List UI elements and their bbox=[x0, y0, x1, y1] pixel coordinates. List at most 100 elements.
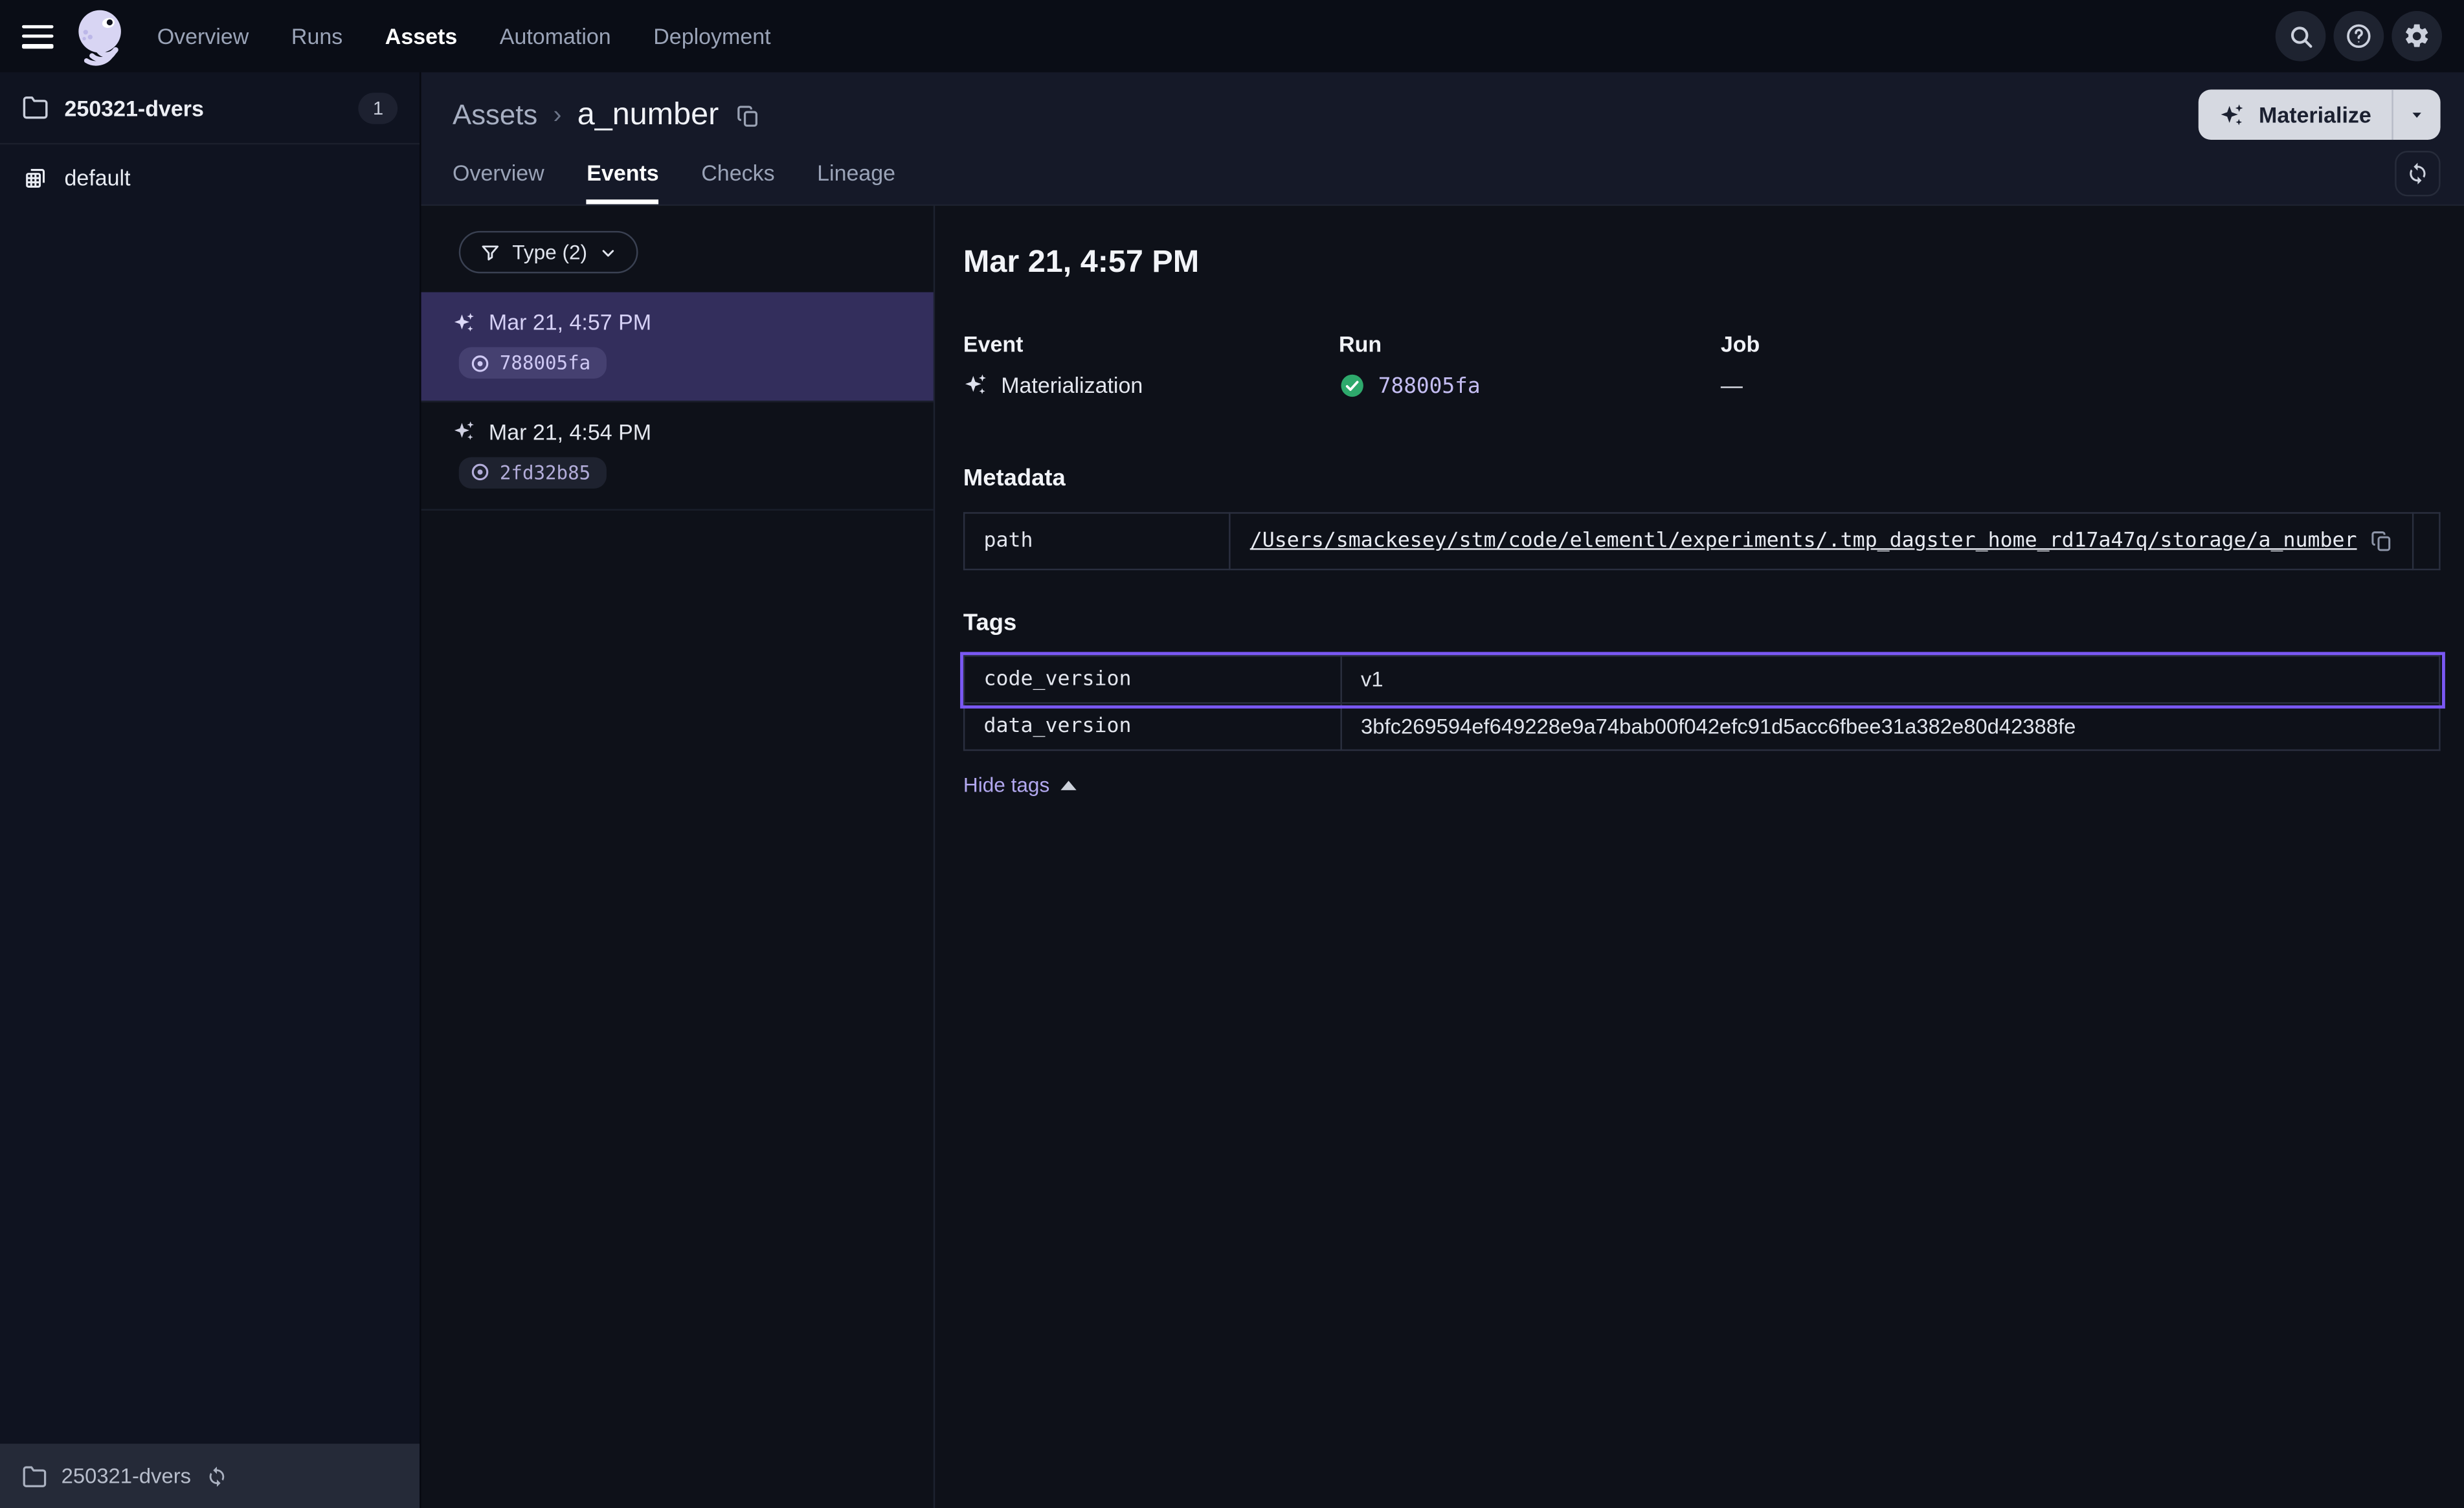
reload-icon[interactable] bbox=[205, 1465, 227, 1487]
main-panel: Assets › a_number bbox=[421, 72, 2464, 1508]
run-id-label: 2fd32b85 bbox=[500, 461, 590, 483]
tag-value: v1 bbox=[1341, 656, 2440, 703]
search-icon bbox=[2287, 23, 2314, 49]
tag-row-highlighted: code_version v1 bbox=[964, 656, 2439, 703]
sidebar-group-row[interactable]: 250321-dvers 1 bbox=[0, 72, 420, 145]
page-title: a_number bbox=[577, 97, 719, 133]
materialize-button-label: Materialize bbox=[2259, 102, 2371, 128]
events-list-pane: Type (2) bbox=[421, 206, 935, 1508]
filter-funnel-icon bbox=[479, 241, 501, 263]
nav-item-runs[interactable]: Runs bbox=[291, 23, 342, 49]
tags-table: code_version v1 data_version 3bfc269594e… bbox=[963, 655, 2441, 751]
asset-tabs: Overview Events Checks Lineage bbox=[453, 161, 2441, 205]
breadcrumb-assets-link[interactable]: Assets bbox=[453, 99, 537, 132]
event-list-item[interactable]: Mar 21, 4:54 PM 2fd32b85 bbox=[421, 401, 934, 511]
field-event-value: Materialization bbox=[1001, 372, 1143, 397]
chevron-down-icon bbox=[598, 243, 617, 261]
materialize-split-button: Materialize bbox=[2199, 89, 2441, 140]
dagster-app: Overview Runs Assets Automation Deployme… bbox=[0, 0, 2464, 1508]
metadata-table: path /Users/smackesey/stm/code/elementl/… bbox=[963, 512, 2441, 570]
dagster-logo-icon[interactable] bbox=[69, 5, 132, 67]
materialization-sparkle-icon bbox=[453, 310, 476, 333]
help-icon bbox=[2345, 22, 2373, 50]
event-detail-pane: Mar 21, 4:57 PM Event Materialization bbox=[935, 206, 2464, 1508]
copy-asset-name-button[interactable] bbox=[736, 103, 761, 128]
materialize-dropdown-button[interactable] bbox=[2393, 89, 2441, 140]
field-event-label: Event bbox=[963, 331, 1339, 357]
success-check-icon bbox=[1339, 372, 1365, 399]
sidebar-group-label: 250321-dvers bbox=[65, 95, 204, 120]
materialization-sparkle-icon bbox=[963, 372, 989, 397]
asset-group-icon bbox=[22, 164, 49, 191]
breadcrumb: Assets › a_number bbox=[453, 97, 2441, 133]
sidebar-item-default[interactable]: default bbox=[0, 144, 420, 210]
field-run-label: Run bbox=[1339, 331, 1721, 357]
tags-heading: Tags bbox=[963, 610, 2441, 636]
event-timestamp: Mar 21, 4:57 PM bbox=[489, 309, 651, 335]
run-id-link[interactable]: 788005fa bbox=[1378, 373, 1481, 398]
field-job: Job — bbox=[1721, 331, 2096, 399]
hide-tags-toggle[interactable]: Hide tags bbox=[963, 773, 1077, 796]
hamburger-menu-icon[interactable] bbox=[22, 25, 54, 48]
tag-value: 3bfc269594ef649228e9a74bab00f042efc91d5a… bbox=[1341, 703, 2440, 750]
run-id-badge[interactable]: 2fd32b85 bbox=[459, 456, 607, 488]
type-filter-button[interactable]: Type (2) bbox=[459, 231, 638, 274]
caret-down-icon bbox=[2408, 105, 2426, 124]
metadata-heading: Metadata bbox=[963, 465, 2441, 491]
sidebar-group-count-badge: 1 bbox=[359, 92, 398, 124]
tab-events[interactable]: Events bbox=[587, 161, 658, 205]
table-row: path /Users/smackesey/stm/code/elementl/… bbox=[964, 513, 2439, 570]
field-job-label: Job bbox=[1721, 331, 2096, 357]
field-event: Event Materialization bbox=[963, 331, 1339, 399]
metadata-value-cell: /Users/smackesey/stm/code/elementl/exper… bbox=[1230, 513, 2412, 570]
materialize-button[interactable]: Materialize bbox=[2199, 89, 2392, 140]
search-button[interactable] bbox=[2276, 11, 2326, 61]
run-status-icon bbox=[470, 462, 491, 483]
field-job-value: — bbox=[1721, 372, 1743, 397]
folder-icon bbox=[22, 94, 49, 121]
run-id-label: 788005fa bbox=[500, 352, 590, 374]
refresh-icon bbox=[2406, 162, 2429, 185]
run-id-badge[interactable]: 788005fa bbox=[459, 347, 607, 379]
copy-path-button[interactable] bbox=[2369, 529, 2393, 553]
settings-button[interactable] bbox=[2391, 11, 2442, 61]
event-summary-fields: Event Materialization R bbox=[963, 331, 2441, 399]
nav-item-deployment[interactable]: Deployment bbox=[653, 23, 770, 49]
top-nav: Overview Runs Assets Automation Deployme… bbox=[0, 0, 2464, 72]
nav-item-overview[interactable]: Overview bbox=[157, 23, 249, 49]
materialization-sparkle-icon bbox=[453, 419, 476, 443]
tag-key: code_version bbox=[964, 656, 1341, 703]
nav-item-assets[interactable]: Assets bbox=[385, 23, 457, 49]
tab-lineage[interactable]: Lineage bbox=[817, 161, 895, 205]
gear-icon bbox=[2402, 22, 2431, 50]
asset-sidebar: 250321-dvers 1 default 250321-dvers bbox=[0, 72, 421, 1508]
run-status-icon bbox=[470, 353, 491, 373]
help-button[interactable] bbox=[2334, 11, 2384, 61]
tag-row: data_version 3bfc269594ef649228e9a74bab0… bbox=[964, 703, 2439, 750]
sparkle-icon bbox=[2219, 102, 2246, 128]
nav-utility-icons bbox=[2276, 11, 2442, 61]
refresh-button[interactable] bbox=[2395, 151, 2440, 196]
nav-item-automation[interactable]: Automation bbox=[500, 23, 611, 49]
sidebar-footer[interactable]: 250321-dvers bbox=[0, 1444, 420, 1508]
asset-header: Assets › a_number bbox=[421, 72, 2464, 206]
triangle-up-icon bbox=[1060, 780, 1076, 790]
sidebar-item-label: default bbox=[65, 165, 131, 190]
hide-tags-label: Hide tags bbox=[963, 773, 1049, 796]
metadata-path-link[interactable]: /Users/smackesey/stm/code/elementl/exper… bbox=[1250, 529, 2357, 553]
tag-key: data_version bbox=[964, 703, 1341, 750]
type-filter-label: Type (2) bbox=[512, 240, 587, 263]
field-run: Run 788005fa bbox=[1339, 331, 1721, 399]
event-detail-title: Mar 21, 4:57 PM bbox=[963, 245, 2441, 282]
tab-checks[interactable]: Checks bbox=[701, 161, 774, 205]
sidebar-footer-label: 250321-dvers bbox=[62, 1464, 191, 1487]
primary-nav-links: Overview Runs Assets Automation Deployme… bbox=[157, 23, 771, 49]
event-timestamp: Mar 21, 4:54 PM bbox=[489, 419, 651, 444]
folder-icon bbox=[22, 1463, 47, 1489]
tab-overview[interactable]: Overview bbox=[453, 161, 544, 205]
metadata-key: path bbox=[964, 513, 1230, 570]
filter-row: Type (2) bbox=[421, 206, 934, 293]
copy-icon bbox=[2369, 529, 2393, 553]
breadcrumb-separator: › bbox=[553, 102, 561, 130]
event-list-item[interactable]: Mar 21, 4:57 PM 788005fa bbox=[421, 292, 934, 401]
